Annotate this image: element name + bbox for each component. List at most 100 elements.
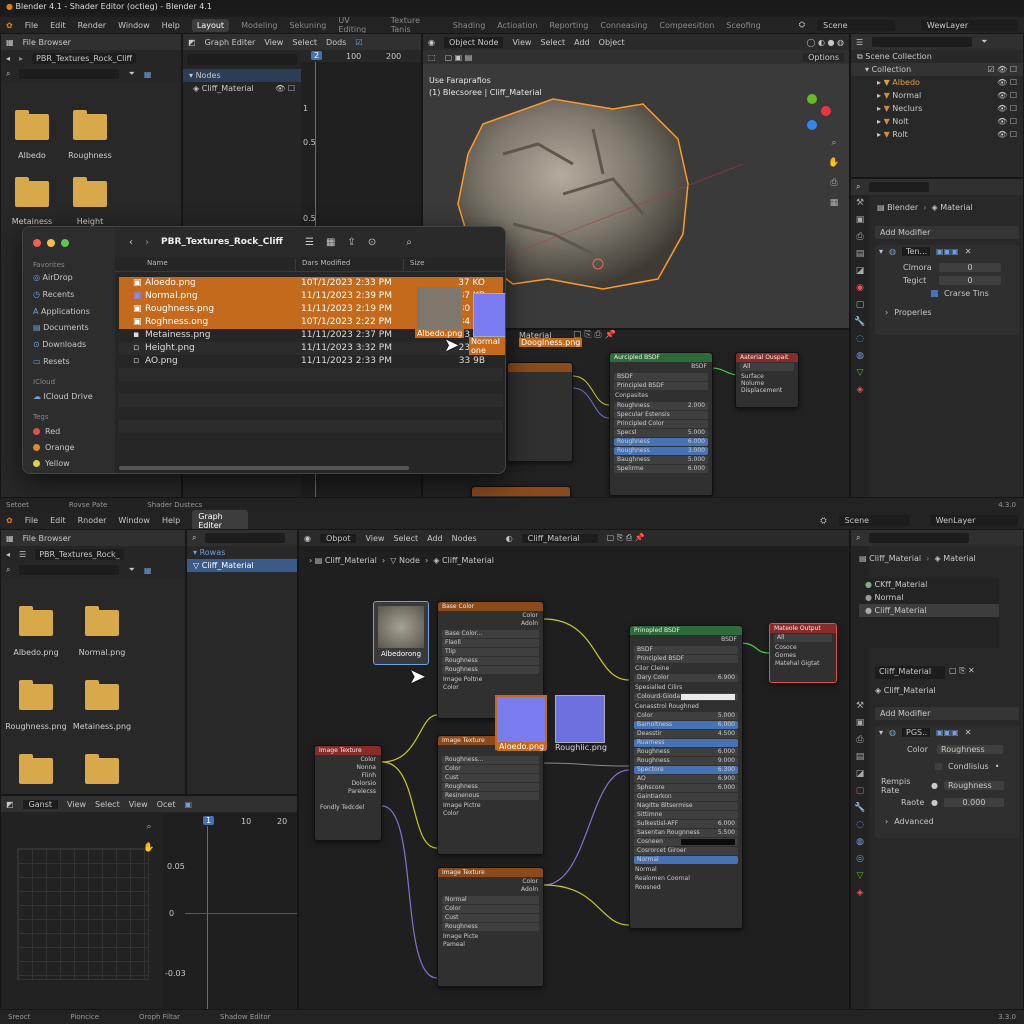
forward-icon[interactable]: › bbox=[145, 237, 149, 248]
column-date[interactable]: Dars Modified bbox=[295, 259, 403, 271]
node-field[interactable]: Sulkestisl-AFF 6.000 bbox=[634, 820, 738, 828]
finder-scrollbar[interactable] bbox=[119, 466, 409, 470]
number-field[interactable]: 0 bbox=[939, 276, 1001, 285]
folder-icon[interactable] bbox=[15, 177, 49, 207]
channel-search[interactable] bbox=[187, 54, 297, 65]
texture-node-top-2[interactable] bbox=[471, 486, 571, 497]
tool-tab-icon[interactable]: ⚒ bbox=[851, 195, 869, 212]
image-texture-node-3[interactable]: Image Texture Color Adoln Normal Color C… bbox=[437, 867, 544, 987]
editor-type-icon[interactable]: ☰ bbox=[856, 38, 863, 47]
menu-ocet[interactable]: Ocet bbox=[157, 800, 176, 809]
image-texture-node-2[interactable]: Image Texture Adoln Roughness... Color C… bbox=[437, 735, 544, 855]
menu-dods[interactable]: Dods bbox=[326, 38, 346, 47]
mode-selector[interactable]: Object Node bbox=[443, 36, 504, 48]
menu-file[interactable]: File bbox=[25, 21, 38, 30]
node-field[interactable]: Spectore 6.300 bbox=[634, 766, 738, 774]
gizmo-z-icon[interactable] bbox=[807, 120, 817, 130]
menu-view[interactable]: View bbox=[67, 800, 86, 809]
gizmo-y-icon[interactable] bbox=[807, 94, 817, 104]
node-field[interactable]: Nagitte Bltsermise bbox=[634, 802, 738, 810]
number-field[interactable]: 0 bbox=[939, 263, 1001, 272]
menu-select[interactable]: Select bbox=[540, 38, 565, 47]
image-datablock-field[interactable]: Roughness... bbox=[442, 756, 539, 764]
sidebar-item-applications[interactable]: A Applications bbox=[33, 307, 90, 316]
node-dropdown[interactable]: Resinenous bbox=[442, 792, 539, 800]
column-name[interactable]: Name bbox=[115, 259, 295, 271]
tab-modeling[interactable]: Modeling bbox=[241, 21, 277, 30]
node-color-field[interactable]: Colourd-Gioda bbox=[634, 693, 738, 701]
drag-thumbnail-normal[interactable] bbox=[473, 293, 505, 337]
collapse-icon[interactable]: ▾ bbox=[879, 247, 883, 256]
modifier-tab-icon[interactable]: 🔧 bbox=[851, 800, 869, 817]
rate-field[interactable]: 0.000 bbox=[943, 798, 1004, 807]
menu-help[interactable]: Help bbox=[162, 516, 180, 525]
column-size[interactable]: Size bbox=[403, 259, 473, 271]
filter-icon[interactable]: ⏷ bbox=[128, 69, 134, 79]
viewlayer-selector[interactable]: WenLayer bbox=[929, 515, 1018, 526]
editor-type-icon[interactable]: ▦ bbox=[6, 534, 14, 543]
graph-mode-menu[interactable]: Ganst bbox=[22, 799, 59, 809]
mode-icons[interactable]: ▢ ▣ ▤ bbox=[445, 53, 473, 62]
folder-icon[interactable] bbox=[73, 177, 107, 207]
node-color-field[interactable]: Principled Color bbox=[614, 420, 708, 428]
shader-node-editor[interactable]: ◉ Obpot View Select Add Nodes ◐ Cliff_Ma… bbox=[298, 529, 850, 1010]
scene-selector[interactable]: Scene bbox=[838, 515, 910, 526]
node-dropdown[interactable]: Cust bbox=[442, 914, 539, 922]
material-slot[interactable]: ● Normal bbox=[859, 591, 999, 604]
keyframe-dot-icon[interactable]: ● bbox=[931, 781, 938, 790]
scene-tab-icon[interactable]: ◪ bbox=[851, 766, 869, 783]
node-field[interactable]: Specsl 5.000 bbox=[614, 429, 708, 437]
search-icon[interactable]: ⌕ bbox=[192, 533, 196, 543]
folder-icon[interactable] bbox=[85, 680, 119, 710]
outliner-search[interactable] bbox=[872, 37, 973, 47]
particles-tab-icon[interactable]: ◌ bbox=[851, 817, 869, 834]
collection-row[interactable]: ▾ Collection ☑ 👁 ☐ bbox=[851, 63, 1023, 76]
navigation-gizmo[interactable] bbox=[793, 92, 835, 134]
checkbox-icon[interactable] bbox=[935, 763, 942, 770]
world-tab-icon[interactable]: ◉ bbox=[851, 280, 869, 297]
image-texture-node[interactable]: Image Texture Color Nonna Flinh Dolorsio… bbox=[314, 745, 382, 841]
color-source-field[interactable]: Roughness bbox=[937, 745, 1003, 754]
node-field[interactable]: Baughness 5.000 bbox=[614, 456, 708, 464]
add-modifier-button[interactable]: Add Modifier bbox=[875, 226, 1019, 239]
node-dropdown[interactable]: All bbox=[774, 634, 832, 642]
more-icon[interactable]: ⊙ bbox=[368, 237, 376, 248]
node-field[interactable]: Gaintiarkon bbox=[634, 793, 738, 801]
editor-type-icon[interactable]: ◉ bbox=[428, 38, 435, 47]
tab-scripting[interactable]: Sceofing bbox=[726, 21, 760, 30]
search-icon[interactable]: ⌕ bbox=[856, 182, 860, 192]
menu-view-2[interactable]: View bbox=[129, 800, 148, 809]
material-tab-icon[interactable]: ◈ bbox=[851, 382, 869, 399]
node-field[interactable]: Spelirme 6.000 bbox=[614, 465, 708, 473]
node-field[interactable]: Roughness 2.000 bbox=[614, 402, 708, 410]
menu-window[interactable]: Window bbox=[118, 516, 150, 525]
menu-object[interactable]: Object bbox=[599, 38, 625, 47]
node-dropdown[interactable]: Roughness bbox=[442, 783, 539, 791]
tree-item-cliff-material[interactable]: ◈ Cliff_Material 👁 ☐ bbox=[183, 82, 301, 95]
blender-menu-icon[interactable]: ✿ bbox=[6, 21, 13, 30]
gizmo-x-icon[interactable] bbox=[821, 106, 831, 116]
minimize-window-icon[interactable] bbox=[47, 239, 55, 247]
node-field[interactable]: AO 6.900 bbox=[634, 775, 738, 783]
forward-icon[interactable]: ▸ bbox=[19, 54, 23, 63]
tab-rendering[interactable]: Reporting bbox=[549, 21, 588, 30]
node-field[interactable]: Roughness 3.000 bbox=[614, 447, 708, 455]
search-icon[interactable]: ⌕ bbox=[856, 533, 860, 543]
zoom-icon[interactable]: ⌕ bbox=[143, 821, 155, 833]
texture-node-top[interactable] bbox=[507, 362, 573, 462]
node-field[interactable]: Sasentan Rougnness 5.500 bbox=[634, 829, 738, 837]
node-field[interactable]: Color 5.000 bbox=[634, 712, 738, 720]
grid-icon[interactable]: ▦ bbox=[828, 197, 840, 209]
select-box-icon[interactable]: ⬚ bbox=[428, 53, 436, 62]
folder-icon[interactable] bbox=[73, 110, 107, 140]
graph-grid[interactable] bbox=[17, 848, 149, 980]
group-icon[interactable]: ▦ bbox=[326, 237, 335, 248]
tab-layout[interactable]: Layout bbox=[191, 18, 230, 32]
filter-icon[interactable]: ⏷ bbox=[981, 37, 987, 47]
display-mode-icon[interactable]: ▦ bbox=[144, 566, 152, 575]
modifier-name-field[interactable]: PGS.. bbox=[902, 728, 930, 737]
collapse-icon[interactable]: ▾ bbox=[879, 728, 883, 737]
menu-select[interactable]: Select bbox=[95, 800, 120, 809]
shading-icons[interactable]: ◯ ◐ ● ◍ bbox=[806, 38, 844, 47]
view-layer-tab-icon[interactable]: ▤ bbox=[851, 246, 869, 263]
